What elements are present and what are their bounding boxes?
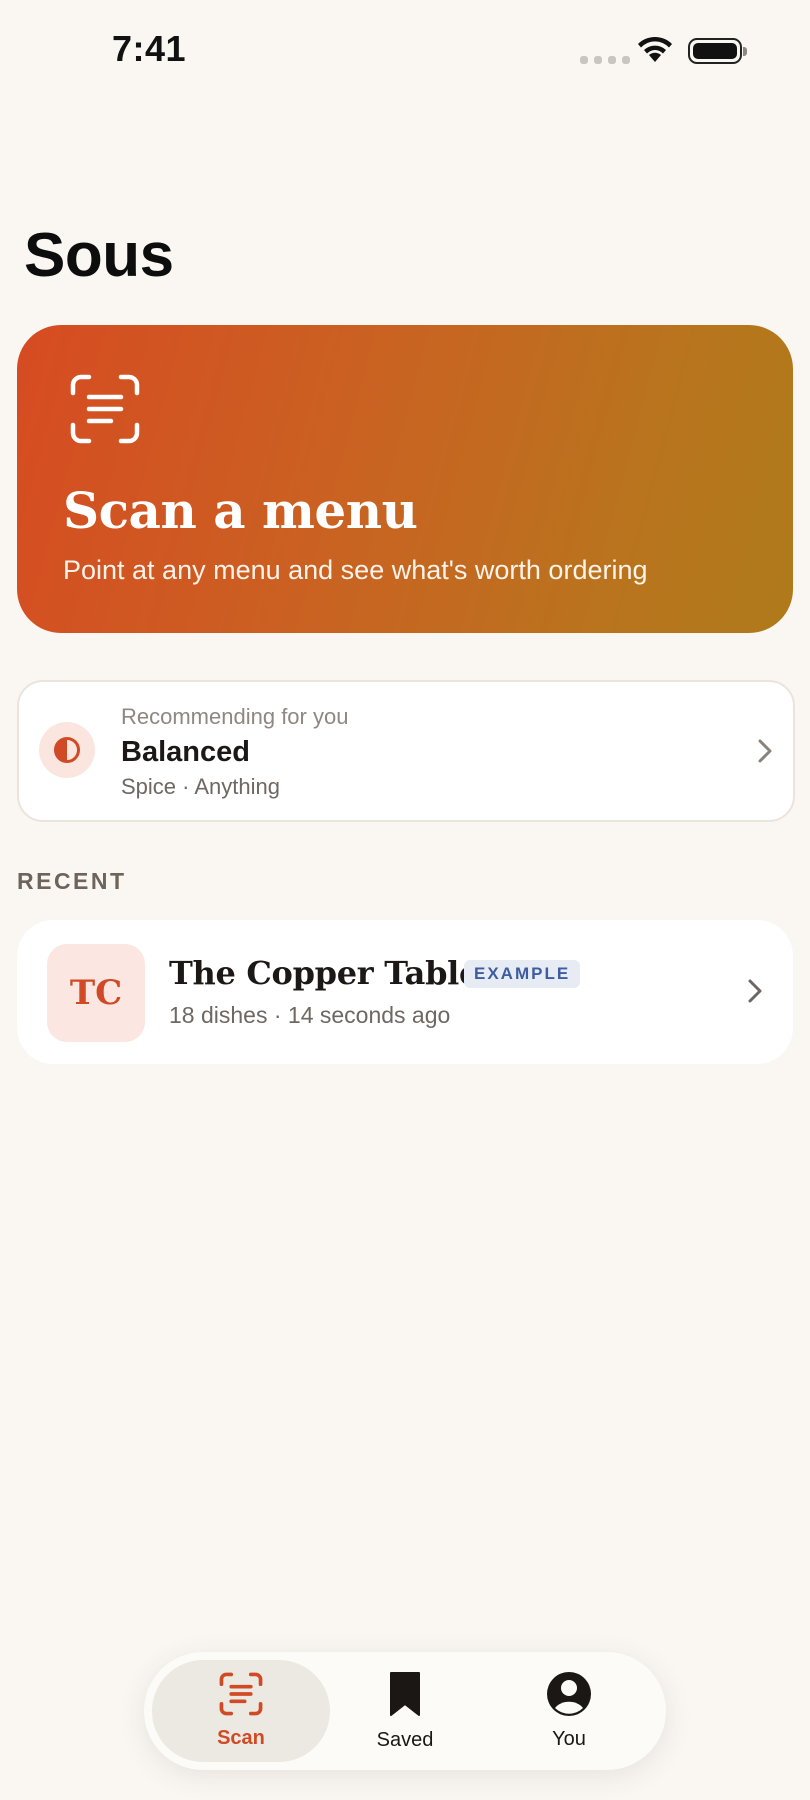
scan-text-icon (69, 373, 141, 450)
hero-subtitle: Point at any menu and see what's worth o… (63, 555, 648, 585)
cellular-signal-icon (580, 56, 630, 64)
tab-saved[interactable]: Saved (316, 1660, 494, 1762)
status-time: 7:41 (112, 28, 187, 69)
person-icon (546, 1671, 592, 1722)
scan-icon (219, 1672, 263, 1721)
wifi-icon (636, 36, 674, 69)
tab-you[interactable]: You (480, 1660, 658, 1762)
tab-label: Scan (217, 1727, 265, 1749)
tab-scan[interactable]: Scan (152, 1660, 330, 1762)
half-circle-icon (39, 722, 95, 778)
preference-caption: Recommending for you (121, 704, 349, 729)
tab-bar: Scan Saved You (144, 1652, 666, 1770)
scan-menu-card[interactable]: Scan a menu Point at any menu and see wh… (17, 325, 793, 633)
restaurant-avatar: TC (47, 944, 145, 1042)
chevron-right-icon (747, 978, 763, 1009)
restaurant-meta: 18 dishes · 14 seconds ago (169, 1002, 451, 1028)
bookmark-icon (388, 1670, 422, 1723)
preference-detail: Spice · Anything (121, 774, 280, 799)
chevron-right-icon (757, 738, 773, 769)
preference-title: Balanced (121, 736, 250, 768)
hero-title: Scan a menu (63, 481, 418, 540)
tab-label: Saved (376, 1729, 434, 1751)
battery-icon (688, 38, 747, 64)
recommendation-preference-card[interactable]: Recommending for you Balanced Spice · An… (17, 680, 795, 822)
example-badge: EXAMPLE (464, 960, 581, 988)
recent-scan-item[interactable]: TC The Copper Table EXAMPLE 18 dishes · … (17, 920, 793, 1064)
restaurant-name: The Copper Table (169, 954, 480, 992)
recent-section-label: RECENT (17, 868, 127, 894)
tab-label: You (552, 1728, 586, 1750)
page-title: Sous (24, 221, 174, 290)
